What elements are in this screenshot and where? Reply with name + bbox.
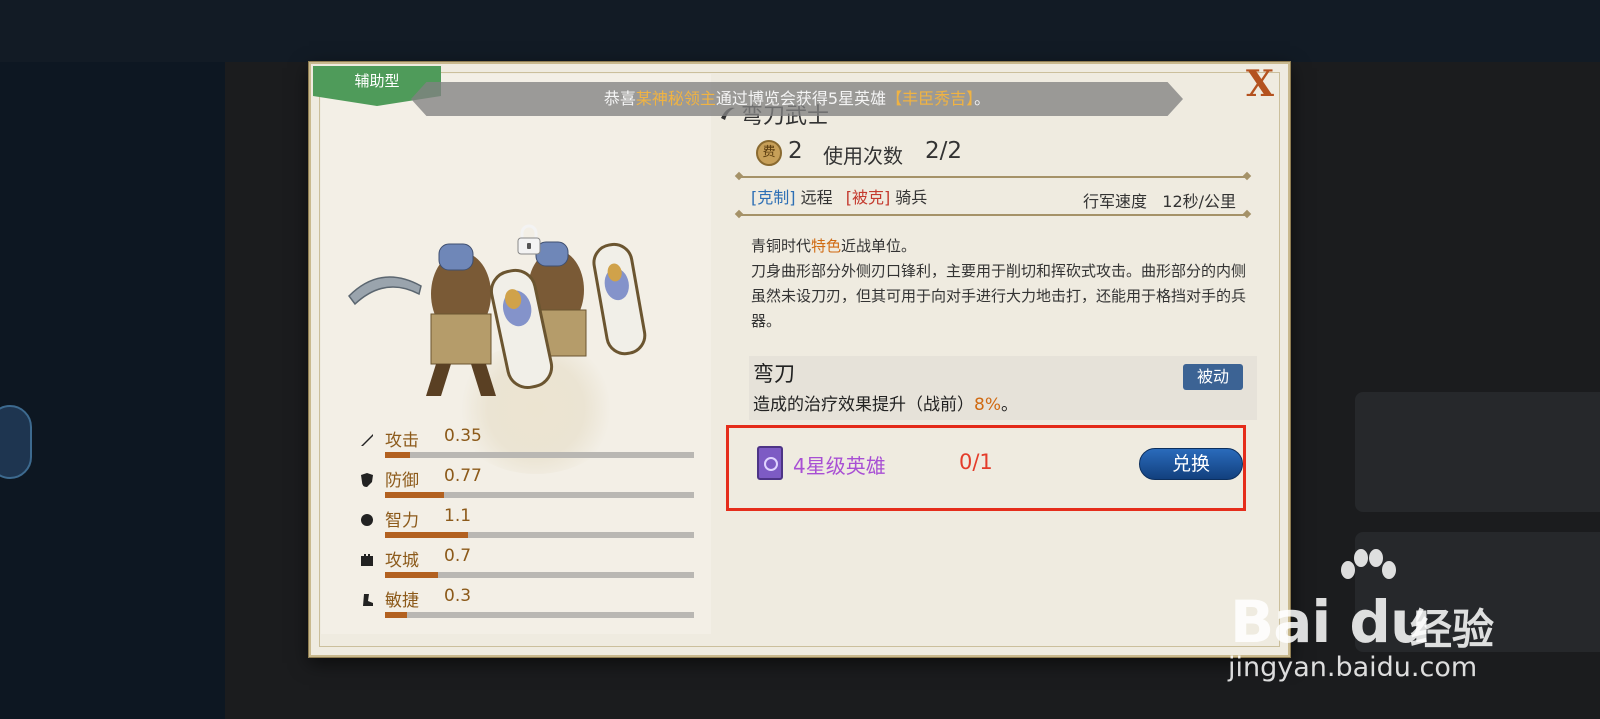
sword-icon — [361, 434, 373, 446]
uses-label: 使用次数 — [823, 144, 903, 168]
watermark-brand: Bai du — [1230, 588, 1431, 656]
castle-icon — [361, 554, 373, 566]
shield-icon — [361, 473, 373, 487]
skill-effect-text: 造成的治疗效果提升（战前） — [753, 395, 974, 415]
unit-traits: [克制] 远程 [被克] 骑兵 — [751, 184, 927, 208]
exchange-highlight-box: 4星级英雄 0/1 兑换 — [726, 425, 1246, 511]
marquee-suffix: 。 — [974, 89, 991, 108]
stat-bar-fill — [385, 572, 438, 578]
stat-row: 防御 0.77 — [359, 466, 699, 506]
background-left-panel — [0, 62, 225, 719]
stat-bar-fill — [385, 612, 407, 618]
stat-name: 智力 — [385, 511, 419, 531]
stat-bar — [385, 532, 694, 538]
background-top-bar — [0, 0, 1600, 62]
stat-value: 0.77 — [444, 466, 482, 486]
marquee-hero: 【丰臣秀吉】 — [886, 89, 975, 108]
march-speed: 行军速度 12秒/公里 — [1083, 188, 1236, 212]
unit-illustration — [348, 241, 647, 396]
speed-value: 12秒/公里 — [1162, 192, 1237, 211]
marquee-prefix: 恭喜 — [603, 89, 636, 108]
countered-tag: [被克] — [845, 188, 891, 207]
exchange-count: 0/1 — [959, 450, 993, 474]
stat-bar — [385, 612, 694, 618]
baidu-watermark: Bai du 经验 jingyan.baidu.com — [1225, 548, 1515, 688]
stat-value: 0.7 — [444, 546, 472, 566]
announcement-marquee: 恭喜某神秘领主通过博览会获得5星英雄【丰臣秀吉】。 — [411, 82, 1183, 116]
stat-name: 防御 — [385, 471, 419, 491]
side-avatar-icon[interactable] — [0, 405, 32, 479]
stat-name: 攻击 — [385, 431, 419, 451]
watermark-suffix: 经验 — [1410, 605, 1495, 654]
watermark-url: jingyan.baidu.com — [1228, 652, 1478, 683]
countered-value: 骑兵 — [895, 188, 928, 207]
unit-description: 青铜时代特色近战单位。 刀身曲形部分外侧刃口锋利，主要用于削切和挥砍式攻击。曲形… — [751, 234, 1251, 334]
brain-icon — [361, 514, 373, 526]
stat-bar — [385, 492, 694, 498]
stat-bar — [385, 452, 694, 458]
divider-top — [739, 176, 1247, 178]
stat-name: 敏捷 — [385, 591, 419, 611]
skill-effect-percent: 8% — [974, 395, 1001, 415]
desc-prefix: 青铜时代 — [751, 237, 812, 255]
divider-bottom — [739, 214, 1247, 216]
desc-suffix: 近战单位。 — [841, 237, 917, 255]
exchange-hero-label: 4星级英雄 — [793, 454, 886, 478]
counter-tag: [克制] — [751, 188, 796, 207]
skill-effect-suffix: 。 — [1000, 395, 1018, 415]
stat-bar-fill — [385, 452, 410, 458]
stat-row: 攻城 0.7 — [359, 546, 699, 586]
uses-value: 2/2 — [925, 138, 963, 164]
skill-type-badge: 被动 — [1183, 364, 1243, 390]
unit-detail-dialog: 攻击 0.35 防御 0.77 智力 1.1 攻城 0.7 敏捷 0.3 辅助型 X 恭喜某神秘领… — [309, 62, 1290, 657]
unit-stats: 攻击 0.35 防御 0.77 智力 1.1 攻城 0.7 敏捷 0.3 — [359, 426, 699, 626]
desc-body: 刀身曲形部分外侧刃口锋利，主要用于削切和挥砍式攻击。曲形部分的内侧虽然未设刀刃，… — [751, 262, 1247, 330]
cost-value: 2 — [788, 138, 803, 164]
skill-name: 弯刀 — [753, 362, 795, 386]
stat-value: 0.3 — [444, 586, 472, 606]
stat-row: 智力 1.1 — [359, 506, 699, 546]
stat-bar — [385, 572, 694, 578]
hero-card-icon — [757, 446, 783, 480]
stat-row: 攻击 0.35 — [359, 426, 699, 466]
skill-effect: 造成的治疗效果提升（战前）8%。 — [753, 390, 1018, 415]
stat-row: 敏捷 0.3 — [359, 586, 699, 626]
stat-name: 攻城 — [385, 551, 419, 571]
stat-bar-fill — [385, 492, 444, 498]
stat-value: 1.1 — [444, 506, 472, 526]
lock-icon — [517, 224, 541, 255]
close-button[interactable]: X — [1240, 64, 1280, 104]
cost-icon: 费 — [756, 140, 782, 166]
marquee-middle: 通过博览会获得5星英雄 — [715, 89, 887, 108]
speed-label: 行军速度 — [1083, 192, 1148, 211]
counter-value: 远程 — [800, 188, 833, 207]
exchange-button[interactable]: 兑换 — [1139, 448, 1243, 480]
marquee-player: 某神秘领主 — [635, 89, 716, 108]
background-blurred-panel — [1355, 392, 1600, 512]
desc-highlight: 特色 — [811, 237, 842, 255]
boot-icon — [363, 594, 373, 606]
stat-value: 0.35 — [444, 426, 482, 446]
stat-bar-fill — [385, 532, 469, 538]
unit-preview-panel: 攻击 0.35 防御 0.77 智力 1.1 攻城 0.7 敏捷 0.3 — [321, 74, 711, 634]
skill-panel: 弯刀 被动 造成的治疗效果提升（战前）8%。 — [749, 356, 1257, 420]
